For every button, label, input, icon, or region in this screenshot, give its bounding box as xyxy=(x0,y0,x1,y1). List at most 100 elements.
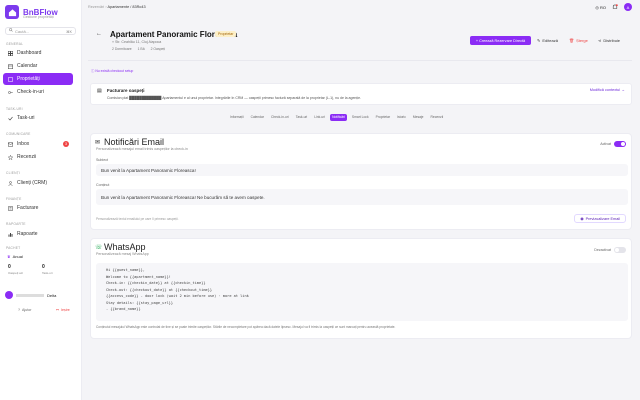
help-link[interactable]: ? Ajutor xyxy=(18,308,31,312)
inbox-icon xyxy=(7,141,13,147)
preview-email-button[interactable]: ◉ Previzualizare Email xyxy=(574,214,626,223)
email-hint: Personalizează textul emailului pe care … xyxy=(96,217,179,221)
tab-calendar[interactable]: Calendar xyxy=(249,114,266,121)
tab-reviews[interactable]: Recenzii xyxy=(429,114,446,121)
invoice-icon xyxy=(7,205,13,211)
tab-links[interactable]: Link-uri xyxy=(312,114,327,121)
redacted-name xyxy=(16,293,44,297)
sidebar-item-properties[interactable]: Proprietăți xyxy=(3,73,73,85)
key-icon xyxy=(7,89,13,95)
email-icon: ✉ xyxy=(95,140,101,146)
breadcrumb: Rezervări › Apartamente / 83Ro43 xyxy=(88,5,146,9)
modify-context-link[interactable]: Modifică contextul → xyxy=(590,88,625,92)
inbox-count-badge: 3 xyxy=(63,141,69,147)
sidebar-item-label: Task-uri xyxy=(17,115,35,121)
whatsapp-card: ☏ WhatsApp Personalizează mesaj WhatsApp… xyxy=(90,238,632,339)
sidebar-item-reviews[interactable]: Recenzii xyxy=(3,151,73,163)
tab-tasks[interactable]: Task-uri xyxy=(294,114,310,121)
property-tabs: Informații Calendar Check-in-uri Task-ur… xyxy=(228,113,445,121)
subject-label: Subiect xyxy=(96,158,108,162)
search-placeholder: Caută... xyxy=(15,28,30,34)
user-name: Delta xyxy=(47,292,57,298)
sidebar-item-label: Dashboard xyxy=(17,50,42,56)
sidebar-item-calendar[interactable]: Calendar xyxy=(3,60,73,72)
tab-smart-lock[interactable]: Smart Lock xyxy=(350,114,371,121)
help-icon: ? xyxy=(18,308,20,312)
sidebar-item-label: Inbox xyxy=(17,141,30,147)
sidebar-item-label: Proprietăți xyxy=(17,76,40,82)
share-button[interactable]: ⋖ Distribuie xyxy=(598,36,620,45)
globe-icon: ◎ xyxy=(595,4,599,10)
sidebar-item-label: Clienți (CRM) xyxy=(17,180,47,186)
tab-history[interactable]: Istoric xyxy=(395,114,408,121)
whatsapp-card-title: WhatsApp xyxy=(104,242,146,252)
sidebar-item-inbox[interactable]: Inbox 3 xyxy=(3,138,73,150)
nav-section-clients: CLIENȚI xyxy=(6,171,21,175)
sidebar-item-reports[interactable]: Rapoarte xyxy=(3,228,73,240)
tab-checkins[interactable]: Check-in-uri xyxy=(269,114,291,121)
user-profile[interactable]: Delta xyxy=(5,290,76,300)
sidebar-item-label: Recenzii xyxy=(17,154,37,160)
email-card-title: Notificări Email xyxy=(104,137,165,147)
sidebar-item-checkins[interactable]: Check-in-uri xyxy=(3,86,73,98)
search-icon xyxy=(9,28,13,34)
sidebar-item-billing[interactable]: Facturare xyxy=(3,202,73,214)
nav-section-finance: FINANȚE xyxy=(6,197,22,201)
bell-icon[interactable] xyxy=(612,3,618,11)
address-text: Str. Ceahlău 11, Cluj-Napoca xyxy=(115,40,162,44)
meta-guests: 2 Oaspeți xyxy=(150,47,166,51)
language-switch[interactable]: ◎ RO xyxy=(595,5,606,10)
topbar-right: ◎ RO A xyxy=(595,3,632,11)
stat-tasks-value: 0 xyxy=(42,264,45,270)
logout-link[interactable]: ↦ Ieșire xyxy=(56,308,70,312)
breadcrumb-current: Apartamente / 83Ro43 xyxy=(107,5,146,9)
logo-house-icon xyxy=(5,5,19,19)
nav-section-communication: COMUNICARE xyxy=(6,132,31,136)
tab-owner[interactable]: Proprietar xyxy=(374,114,392,121)
share-icon: ⋖ xyxy=(598,38,602,43)
nav-section-reports: RAPOARTE xyxy=(6,222,26,226)
divider xyxy=(88,60,632,61)
content-label: Conținut xyxy=(96,183,110,187)
edit-button[interactable]: ✎ Editează xyxy=(537,36,558,45)
template-line: - {{brand_name}} xyxy=(106,307,141,311)
tab-messages[interactable]: Mesaje xyxy=(411,114,426,121)
plan-title: ♛ Anual xyxy=(7,254,23,259)
back-arrow-icon[interactable]: ← xyxy=(96,31,102,37)
content-field[interactable]: Bun venit la Apartament Panoramic Florea… xyxy=(96,189,628,205)
delete-button[interactable]: 🗑 Șterge xyxy=(569,36,588,45)
checkout-note: ⓘ Nu există checkout setup xyxy=(91,68,133,73)
toggle-knob xyxy=(615,248,619,252)
user-avatar[interactable]: A xyxy=(624,3,632,11)
sidebar-item-dashboard[interactable]: Dashboard xyxy=(3,47,73,59)
email-toggle[interactable] xyxy=(614,141,626,147)
notice-text: Comision plat █████████████ Apartamentul… xyxy=(107,96,362,100)
users-icon xyxy=(7,180,13,186)
subject-field[interactable]: Bun venit la Apartament Panoramic Florea… xyxy=(96,164,628,176)
share-label: Distribuie xyxy=(603,38,621,43)
language-label: RO xyxy=(600,4,606,10)
stat-guests-label: Oaspeți azi xyxy=(8,271,24,275)
stat-tasks-label: Task-uri xyxy=(42,271,53,275)
search-shortcut: ⌘K xyxy=(66,29,72,34)
grid-icon xyxy=(7,50,13,56)
whatsapp-template-editor[interactable]: Hi {{guest_name}}, Welcome to {{apartmen… xyxy=(96,263,628,321)
breadcrumb-parent[interactable]: Rezervări xyxy=(88,5,104,9)
sidebar-item-tasks[interactable]: Task-uri xyxy=(3,112,73,124)
pencil-icon: ✎ xyxy=(537,38,541,43)
tab-notifications[interactable]: Notificări xyxy=(330,113,347,121)
help-label: Ajutor xyxy=(22,308,32,312)
search-input[interactable]: Caută... ⌘K xyxy=(5,27,76,35)
eye-icon: ◉ xyxy=(580,217,584,221)
whatsapp-toggle[interactable] xyxy=(614,247,626,253)
whatsapp-icon: ☏ xyxy=(95,245,103,251)
sidebar-item-crm[interactable]: Clienți (CRM) xyxy=(3,177,73,189)
billing-notice-card: ▤ Facturare oaspeți Comision plat ██████… xyxy=(90,83,632,105)
create-direct-booking-button[interactable]: + Creează Rezervare Directă xyxy=(470,36,531,45)
whatsapp-note: Conținutul mesajului WhatsApp este contr… xyxy=(96,325,396,329)
property-meta: 2 Dormitoare 1 Bă 2 Oaspeți xyxy=(112,47,165,51)
nav-section-tasks: TASK-URI xyxy=(6,107,23,111)
logout-label: Ieșire xyxy=(61,308,70,312)
building-icon xyxy=(7,76,13,82)
tab-info[interactable]: Informații xyxy=(228,114,246,121)
